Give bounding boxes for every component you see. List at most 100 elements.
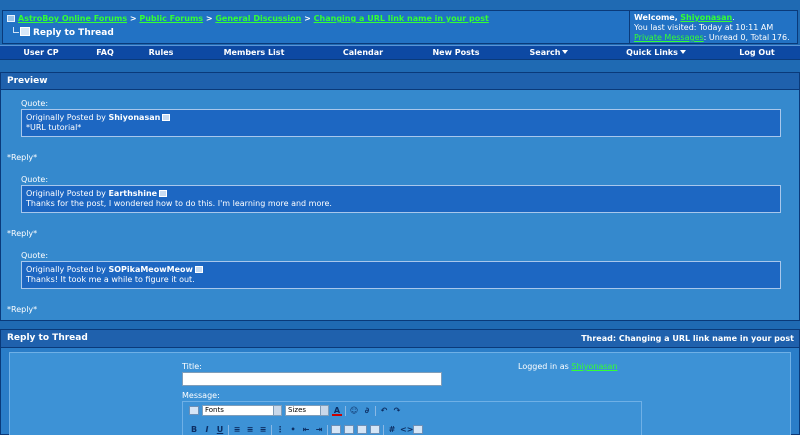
chevron-down-icon xyxy=(320,406,328,415)
italic-icon[interactable]: I xyxy=(202,425,212,435)
menu-rules[interactable]: Rules xyxy=(128,46,194,59)
menu-label: Rules xyxy=(148,48,174,57)
chevron-down-icon xyxy=(679,50,686,54)
logged-in-user-link[interactable]: Shiyonasan xyxy=(571,362,617,371)
attachment-icon[interactable]: ∂ xyxy=(362,406,372,416)
menu-calendar[interactable]: Calendar xyxy=(314,46,412,59)
thread-icon xyxy=(20,27,30,36)
menu-label: Log Out xyxy=(739,48,775,57)
wrap-html-icon[interactable]: <> xyxy=(400,425,413,435)
align-right-icon[interactable]: ≡ xyxy=(258,425,268,435)
toolbar-divider xyxy=(345,405,346,416)
undo-icon[interactable]: ↶ xyxy=(379,406,389,416)
logged-in-prefix: Logged in as xyxy=(518,362,569,371)
view-post-icon[interactable] xyxy=(194,266,203,273)
quote-label: Quote: xyxy=(21,251,49,260)
text-color-icon[interactable]: A xyxy=(332,406,342,416)
font-select-value: Fonts xyxy=(205,406,224,414)
insert-email-icon[interactable] xyxy=(344,425,354,434)
size-select-value: Sizes xyxy=(288,406,307,414)
toolbar-divider xyxy=(228,424,229,435)
underline-icon[interactable]: U xyxy=(215,425,225,435)
reply-form: Title: Logged in as Shiyonasan Message: … xyxy=(9,352,791,435)
insert-link-icon[interactable] xyxy=(331,425,341,434)
breadcrumb-separator: > xyxy=(304,14,311,23)
menu-label: New Posts xyxy=(432,48,480,57)
breadcrumb-item-forums[interactable]: AstroBoy Online Forums xyxy=(18,14,127,23)
username-link[interactable]: Shiyonasan xyxy=(680,13,732,22)
menu-bar: User CP FAQ Rules Members List Calendar … xyxy=(0,45,800,60)
smilies-icon[interactable]: ☺ xyxy=(349,406,359,416)
title-input[interactable] xyxy=(182,372,442,386)
quote-box: Originally Posted by SOPikaMeowMeow Than… xyxy=(21,261,781,289)
toolbar-divider xyxy=(327,424,328,435)
preview-header: Preview xyxy=(1,73,799,90)
redo-icon[interactable]: ↷ xyxy=(392,406,402,416)
breadcrumb: AstroBoy Online Forums > Public Forums >… xyxy=(7,14,489,23)
breadcrumb-item-thread[interactable]: Changing a URL link name in your post xyxy=(314,14,489,23)
chevron-down-icon xyxy=(562,50,569,54)
posted-by-prefix: Originally Posted by xyxy=(26,265,106,274)
toolbar-divider xyxy=(271,424,272,435)
quote-label: Quote: xyxy=(21,175,49,184)
reply-panel: Reply to Thread Thread: Changing a URL l… xyxy=(0,329,800,435)
outdent-icon[interactable]: ⇤ xyxy=(301,425,311,435)
view-post-icon[interactable] xyxy=(159,190,168,197)
quote-author: Earthshine xyxy=(108,189,158,198)
forum-home-icon[interactable] xyxy=(7,15,15,22)
posted-by-prefix: Originally Posted by xyxy=(26,189,106,198)
tree-connector-icon xyxy=(13,27,19,33)
breadcrumb-separator: > xyxy=(129,14,137,23)
preview-panel: Preview Quote: Originally Posted by Shiy… xyxy=(0,72,800,321)
logged-in-info: Logged in as Shiyonasan xyxy=(518,362,618,371)
menu-user-cp[interactable]: User CP xyxy=(0,46,82,59)
menu-log-out[interactable]: Log Out xyxy=(714,46,800,59)
menu-label: FAQ xyxy=(96,48,114,57)
menu-faq[interactable]: FAQ xyxy=(82,46,128,59)
private-messages-link[interactable]: Private Messages xyxy=(634,33,704,42)
quote-label: Quote: xyxy=(21,99,49,108)
page-title-text: Reply to Thread xyxy=(33,28,114,38)
thread-label: Thread: Changing a URL link name in your… xyxy=(581,334,794,343)
view-post-icon[interactable] xyxy=(162,114,171,121)
bold-icon[interactable]: B xyxy=(189,425,199,435)
align-left-icon[interactable]: ≡ xyxy=(232,425,242,435)
quote-text: *URL tutorial* xyxy=(26,123,82,132)
align-center-icon[interactable]: ≡ xyxy=(245,425,255,435)
wrap-php-icon[interactable] xyxy=(413,425,423,434)
quote-box: Originally Posted by Shiyonasan *URL tut… xyxy=(21,109,781,137)
menu-search[interactable]: Search xyxy=(500,46,598,59)
posted-by-prefix: Originally Posted by xyxy=(26,113,106,122)
quote-text: Thanks! It took me a while to figure it … xyxy=(26,275,195,284)
chevron-down-icon xyxy=(273,406,281,415)
editor-toolbar-row-2: B I U ≡ ≡ ≡ ⋮ • ⇤ ⇥ # <> xyxy=(189,423,423,435)
navbar: AstroBoy Online Forums > Public Forums >… xyxy=(2,10,798,44)
reply-text: *Reply* xyxy=(7,153,38,162)
reply-header-title: Reply to Thread xyxy=(7,333,88,343)
menu-members-list[interactable]: Members List xyxy=(194,46,314,59)
menu-label: Search xyxy=(529,48,561,57)
remove-format-icon[interactable] xyxy=(189,406,199,415)
unordered-list-icon[interactable]: • xyxy=(288,425,298,435)
reply-header: Reply to Thread Thread: Changing a URL l… xyxy=(1,330,799,348)
breadcrumb-item-general-discussion[interactable]: General Discussion xyxy=(215,14,301,23)
toolbar-divider xyxy=(375,405,376,416)
menu-label: Quick Links xyxy=(626,48,678,57)
menu-quick-links[interactable]: Quick Links xyxy=(598,46,714,59)
menu-label: Calendar xyxy=(342,48,384,57)
menu-new-posts[interactable]: New Posts xyxy=(412,46,500,59)
insert-image-icon[interactable] xyxy=(357,425,367,434)
size-select[interactable]: Sizes xyxy=(285,405,329,416)
quote-box: Originally Posted by Earthshine Thanks f… xyxy=(21,185,781,213)
title-label: Title: xyxy=(182,362,202,371)
ordered-list-icon[interactable]: ⋮ xyxy=(275,425,285,435)
toolbar-divider xyxy=(383,424,384,435)
insert-video-icon[interactable] xyxy=(370,425,380,434)
quote-author: Shiyonasan xyxy=(108,113,161,122)
editor-toolbar-row-1: Fonts Sizes A ☺ ∂ ↶ ↷ xyxy=(189,404,402,417)
font-select[interactable]: Fonts xyxy=(202,405,282,416)
breadcrumb-item-public-forums[interactable]: Public Forums xyxy=(139,14,203,23)
wrap-code-icon[interactable]: # xyxy=(387,425,397,435)
page-title: Reply to Thread xyxy=(13,27,114,38)
indent-icon[interactable]: ⇥ xyxy=(314,425,324,435)
